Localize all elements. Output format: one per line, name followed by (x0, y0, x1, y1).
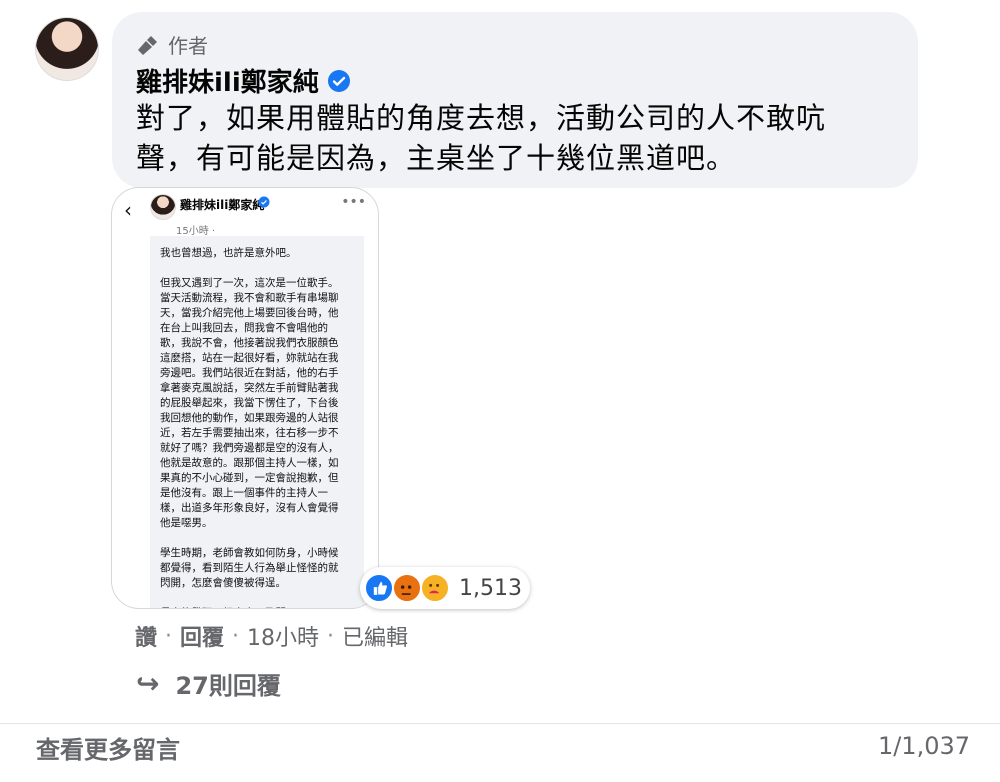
author-row: 雞排妹ili鄭家純 (136, 62, 351, 99)
author-avatar[interactable] (35, 17, 99, 81)
verified-badge-icon (327, 69, 350, 92)
reply-arrow-icon: ↪ (136, 666, 160, 700)
screenshot-header: ‹ 雞排妹ili鄭家純 ••• 15小時 · (112, 188, 378, 238)
comment-text: 對了，如果用體貼的角度去想，活動公司的人不敢吭聲，有可能是因為，主桌坐了十幾位黑… (136, 101, 827, 175)
angry-reaction-icon (392, 573, 422, 603)
screenshot-time: 15小時 · (176, 226, 216, 237)
separator-dot: · (165, 623, 173, 649)
screenshot-post-text: 我也曾想過，也許是意外吧。 但我又遇到了一次，這次是一位歌手。 當天活動流程，我… (160, 247, 339, 608)
care-reaction-icon (420, 573, 450, 603)
author-badge: 作者 (136, 30, 208, 59)
microphone-icon (138, 35, 157, 55)
view-more-comments-button[interactable]: 查看更多留言 (36, 730, 180, 765)
screenshot-post-body: 我也曾想過，也許是意外吧。 但我又遇到了一次，這次是一位歌手。 當天活動流程，我… (150, 236, 364, 608)
reaction-summary[interactable]: 1,513 (360, 567, 530, 609)
attached-screenshot[interactable]: ‹ 雞排妹ili鄭家純 ••• 15小時 · 我也曾想過，也許是意外吧。 但我又… (111, 187, 379, 609)
more-options-icon: ••• (341, 194, 366, 210)
comment-timestamp[interactable]: 18小時 (247, 620, 319, 652)
edited-label[interactable]: 已編輯 (342, 620, 408, 652)
like-button[interactable]: 讚 (135, 620, 157, 652)
reply-button[interactable]: 回覆 (180, 620, 224, 652)
comment-counter: 1/1,037 (877, 732, 970, 760)
view-replies[interactable]: ↪ 27則回覆 (136, 666, 281, 701)
reaction-count: 1,513 (459, 576, 522, 601)
separator-dot: · (327, 623, 335, 649)
comment-actions: 讚 · 回覆 · 18小時 · 已編輯 (135, 620, 408, 652)
author-badge-label: 作者 (168, 34, 208, 58)
comment-bubble: 作者 雞排妹ili鄭家純 對了，如果用體貼的角度去想，活動公司的人不敢吭聲，有可… (112, 12, 918, 188)
footer-divider (0, 723, 1000, 724)
screenshot-avatar (150, 194, 176, 220)
author-name[interactable]: 雞排妹ili鄭家純 (136, 62, 319, 99)
back-chevron-icon: ‹ (124, 198, 132, 222)
reply-count-label: 27則回覆 (175, 672, 281, 700)
screenshot-verified-icon (258, 196, 270, 208)
separator-dot: · (232, 623, 240, 649)
screenshot-author-name: 雞排妹ili鄭家純 (180, 198, 265, 212)
like-reaction-icon (364, 573, 394, 603)
